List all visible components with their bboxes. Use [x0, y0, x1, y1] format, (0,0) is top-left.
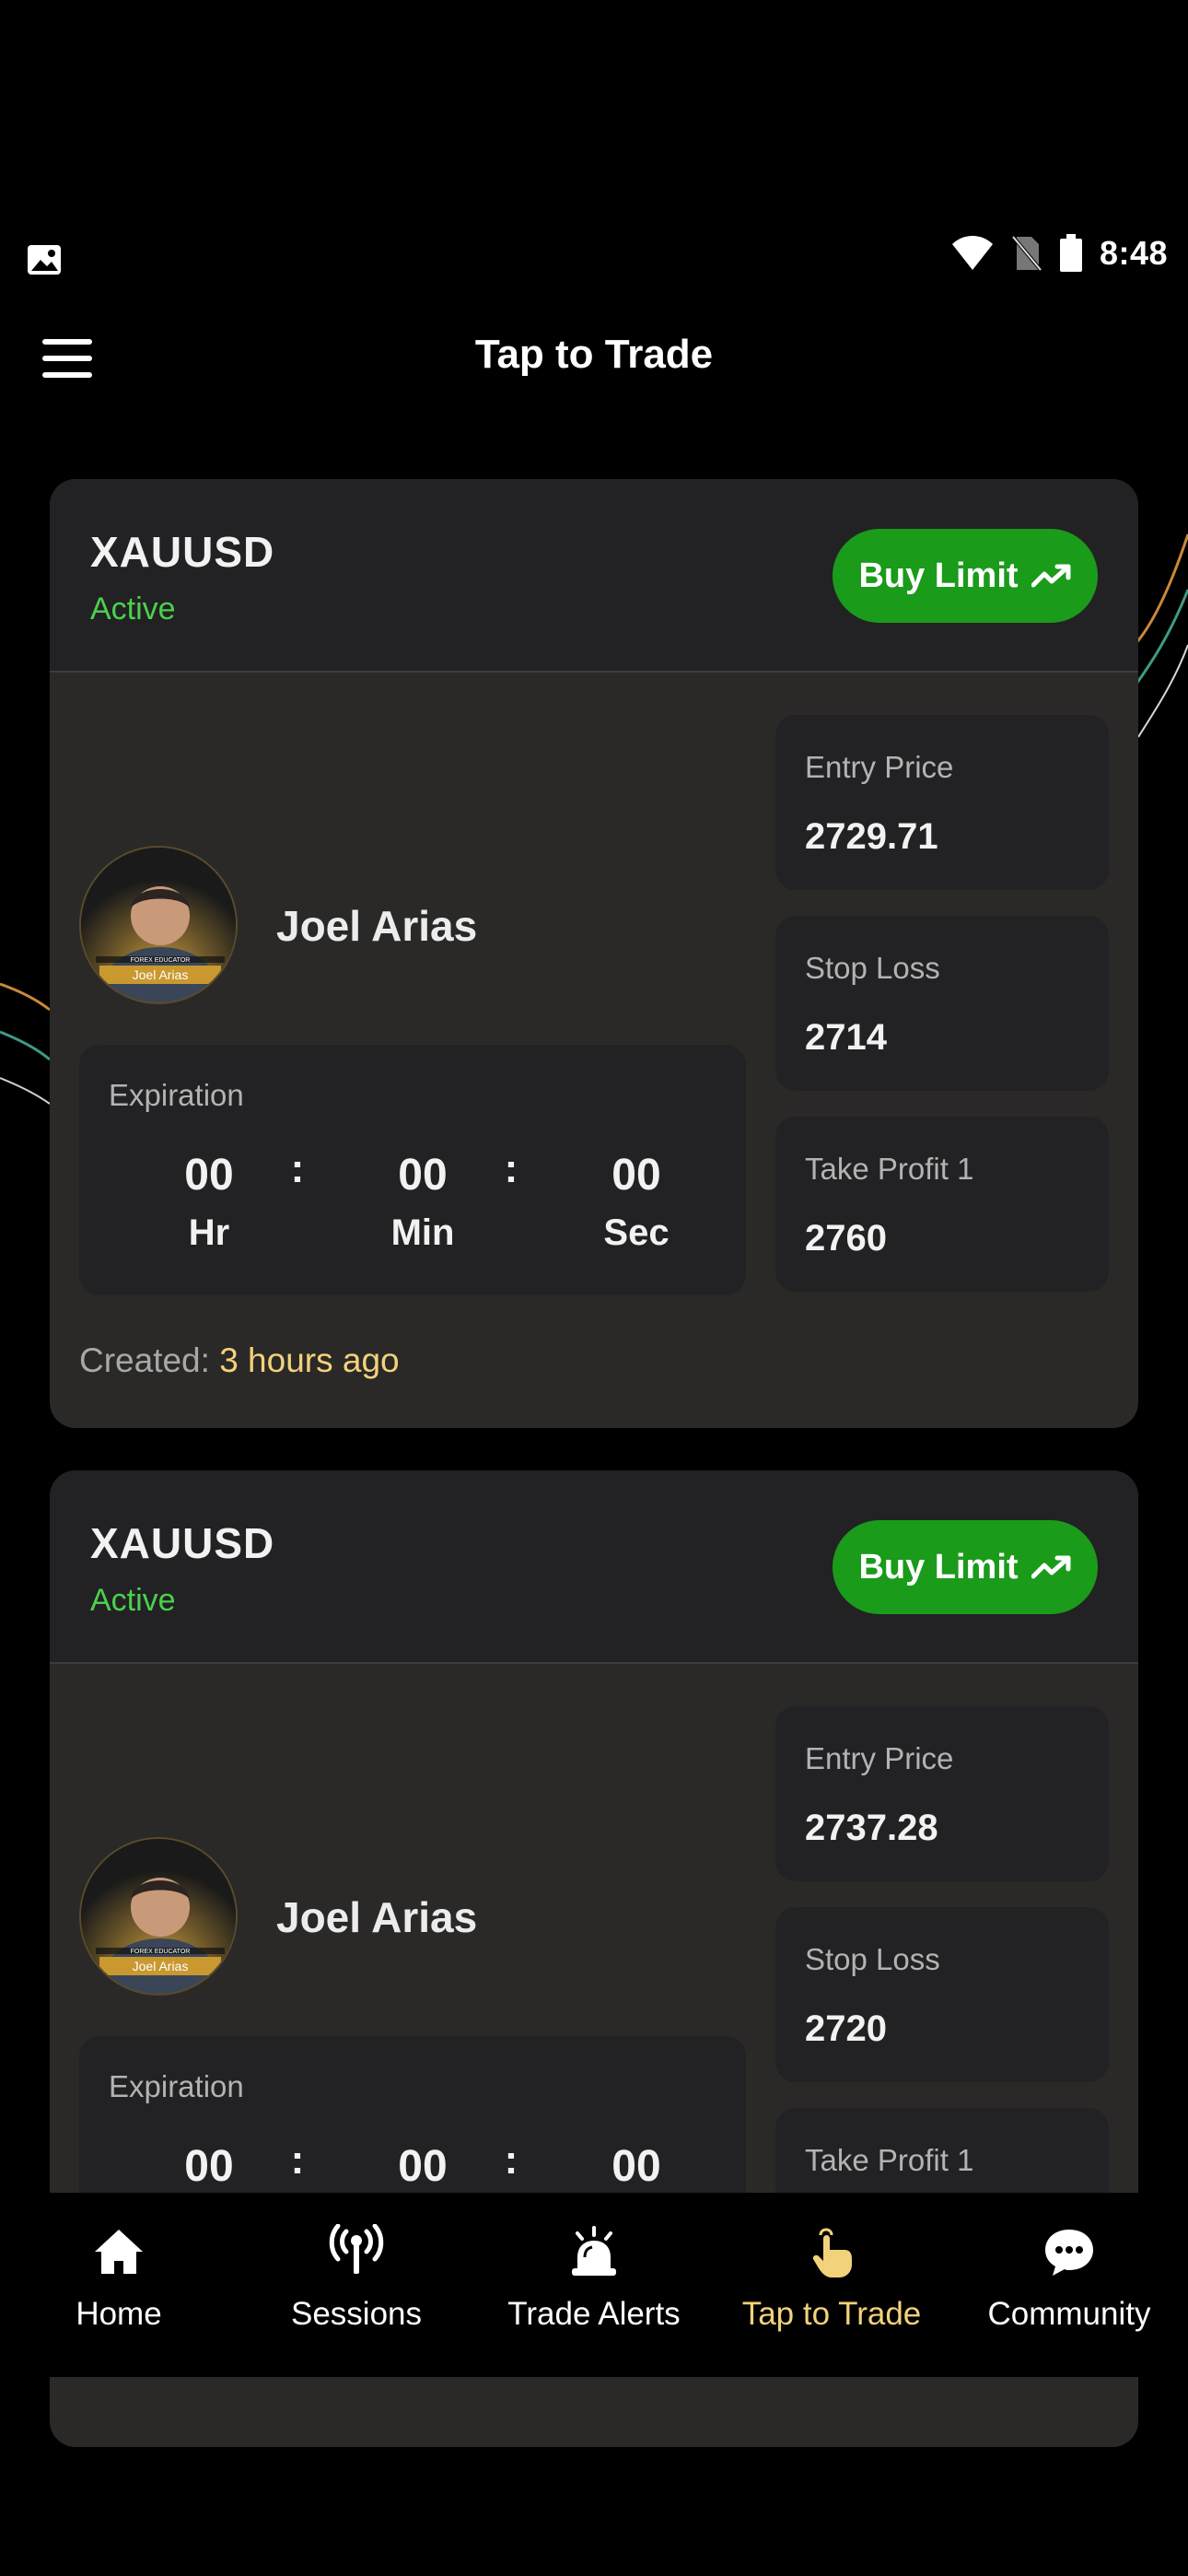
expiration-box: Expiration 00 : 00 : 00 Hr Min Sec — [79, 1045, 746, 1295]
no-sim-icon — [1011, 235, 1042, 272]
buy-limit-button[interactable]: Buy Limit — [833, 529, 1098, 623]
bottom-navigation: Home Sessions Trade Alerts Tap to Trade … — [0, 2193, 1188, 2377]
trade-card-header: XAUUSD Active Buy Limit — [50, 479, 1138, 673]
home-icon — [95, 2230, 143, 2274]
stop-loss-label: Stop Loss — [805, 951, 940, 985]
screen: 8:48 Tap to Trade XAUUSD Active Buy Limi… — [0, 0, 1188, 2576]
entry-price-box: Entry Price 2737.28 — [775, 1706, 1109, 1881]
status-bar: 8:48 — [0, 230, 1188, 291]
app-header: Tap to Trade — [0, 322, 1188, 396]
buy-limit-button[interactable]: Buy Limit — [833, 1520, 1098, 1614]
nav-community-label: Community — [987, 2296, 1151, 2332]
entry-price-value: 2729.71 — [805, 816, 938, 857]
trade-status: Active — [90, 591, 176, 626]
trader-name: Joel Arias — [276, 1893, 478, 1941]
nav-trade-alerts-label: Trade Alerts — [507, 2296, 681, 2332]
avatar-caption-name: Joel Arias — [133, 1959, 189, 1973]
take-profit-label: Take Profit 1 — [805, 2143, 974, 2177]
expiration-hours: 00 — [184, 2142, 234, 2191]
trade-card[interactable]: XAUUSD Active Buy Limit FOREX EDUCATOR J… — [50, 479, 1138, 1428]
stop-loss-box: Stop Loss 2714 — [775, 916, 1109, 1091]
expiration-separator: : — [290, 1146, 305, 1191]
buy-limit-label: Buy Limit — [858, 1547, 1019, 1587]
stop-loss-value: 2720 — [805, 2008, 887, 2049]
expiration-label: Expiration — [109, 1078, 244, 1112]
entry-price-label: Entry Price — [805, 1741, 954, 1775]
trader-name: Joel Arias — [276, 902, 478, 950]
expiration-label: Expiration — [109, 2069, 244, 2103]
avatar-caption-top: FOREX EDUCATOR — [131, 1949, 191, 1955]
stop-loss-value: 2714 — [805, 1017, 887, 1058]
nav-home-label: Home — [76, 2296, 162, 2332]
take-profit-label: Take Profit 1 — [805, 1152, 974, 1186]
expiration-hours-unit: Hr — [188, 1212, 230, 1253]
buy-limit-label: Buy Limit — [858, 556, 1019, 595]
avatar-caption-top: FOREX EDUCATOR — [131, 957, 191, 964]
tap-hand-icon — [812, 2228, 852, 2277]
broadcast-icon — [329, 2224, 384, 2274]
alarm-bell-icon — [572, 2226, 616, 2276]
trade-symbol: XAUUSD — [90, 528, 275, 576]
trade-card-header: XAUUSD Active Buy Limit — [50, 1470, 1138, 1664]
trade-card-body: FOREX EDUCATOR Joel Arias Joel Arias Exp… — [50, 673, 1138, 1428]
created-time: 3 hours ago — [219, 1341, 400, 1379]
entry-price-value: 2737.28 — [805, 1808, 938, 1848]
chat-bubble-icon — [1045, 2230, 1093, 2276]
trending-up-icon — [1031, 564, 1071, 588]
entry-price-box: Entry Price 2729.71 — [775, 715, 1109, 890]
trade-symbol: XAUUSD — [90, 1519, 275, 1567]
status-time: 8:48 — [1099, 234, 1168, 272]
trader-photo: FOREX EDUCATOR Joel Arias — [81, 1839, 236, 1994]
nav-sessions[interactable]: Sessions — [238, 2224, 475, 2333]
expiration-seconds: 00 — [611, 1151, 661, 1200]
trending-up-icon — [1031, 1555, 1071, 1579]
avatar: FOREX EDUCATOR Joel Arias — [79, 846, 238, 1004]
nav-home[interactable]: Home — [0, 2224, 238, 2333]
trader-photo: FOREX EDUCATOR Joel Arias — [81, 848, 236, 1002]
expiration-separator: : — [504, 1146, 518, 1191]
nav-trade-alerts[interactable]: Trade Alerts — [475, 2224, 713, 2333]
page-title: Tap to Trade — [474, 332, 714, 377]
expiration-seconds: 00 — [611, 2142, 661, 2191]
battery-icon — [1059, 234, 1082, 272]
avatar: FOREX EDUCATOR Joel Arias — [79, 1837, 238, 1996]
nav-tap-to-trade-label: Tap to Trade — [741, 2296, 922, 2332]
expiration-separator: : — [290, 2137, 305, 2183]
expiration-minutes: 00 — [398, 2142, 448, 2191]
created-info: Created: 3 hours ago — [79, 1341, 400, 1380]
trade-status: Active — [90, 1583, 176, 1618]
nav-tap-to-trade[interactable]: Tap to Trade — [713, 2224, 950, 2333]
take-profit-value: 2760 — [805, 1218, 887, 1259]
avatar-caption-name: Joel Arias — [133, 967, 189, 982]
entry-price-label: Entry Price — [805, 750, 954, 784]
expiration-separator: : — [504, 2137, 518, 2183]
expiration-hours: 00 — [184, 1151, 234, 1200]
nav-sessions-label: Sessions — [290, 2296, 423, 2332]
stop-loss-box: Stop Loss 2720 — [775, 1907, 1109, 2082]
nav-community[interactable]: Community — [950, 2224, 1188, 2333]
take-profit-box: Take Profit 1 2760 — [775, 1117, 1109, 1292]
expiration-minutes-unit: Min — [390, 1212, 455, 1253]
wifi-icon — [951, 236, 993, 270]
stop-loss-label: Stop Loss — [805, 1942, 940, 1976]
expiration-minutes: 00 — [398, 1151, 448, 1200]
image-notification-icon — [28, 245, 61, 275]
created-label: Created: — [79, 1341, 210, 1379]
expiration-seconds-unit: Sec — [603, 1212, 670, 1253]
